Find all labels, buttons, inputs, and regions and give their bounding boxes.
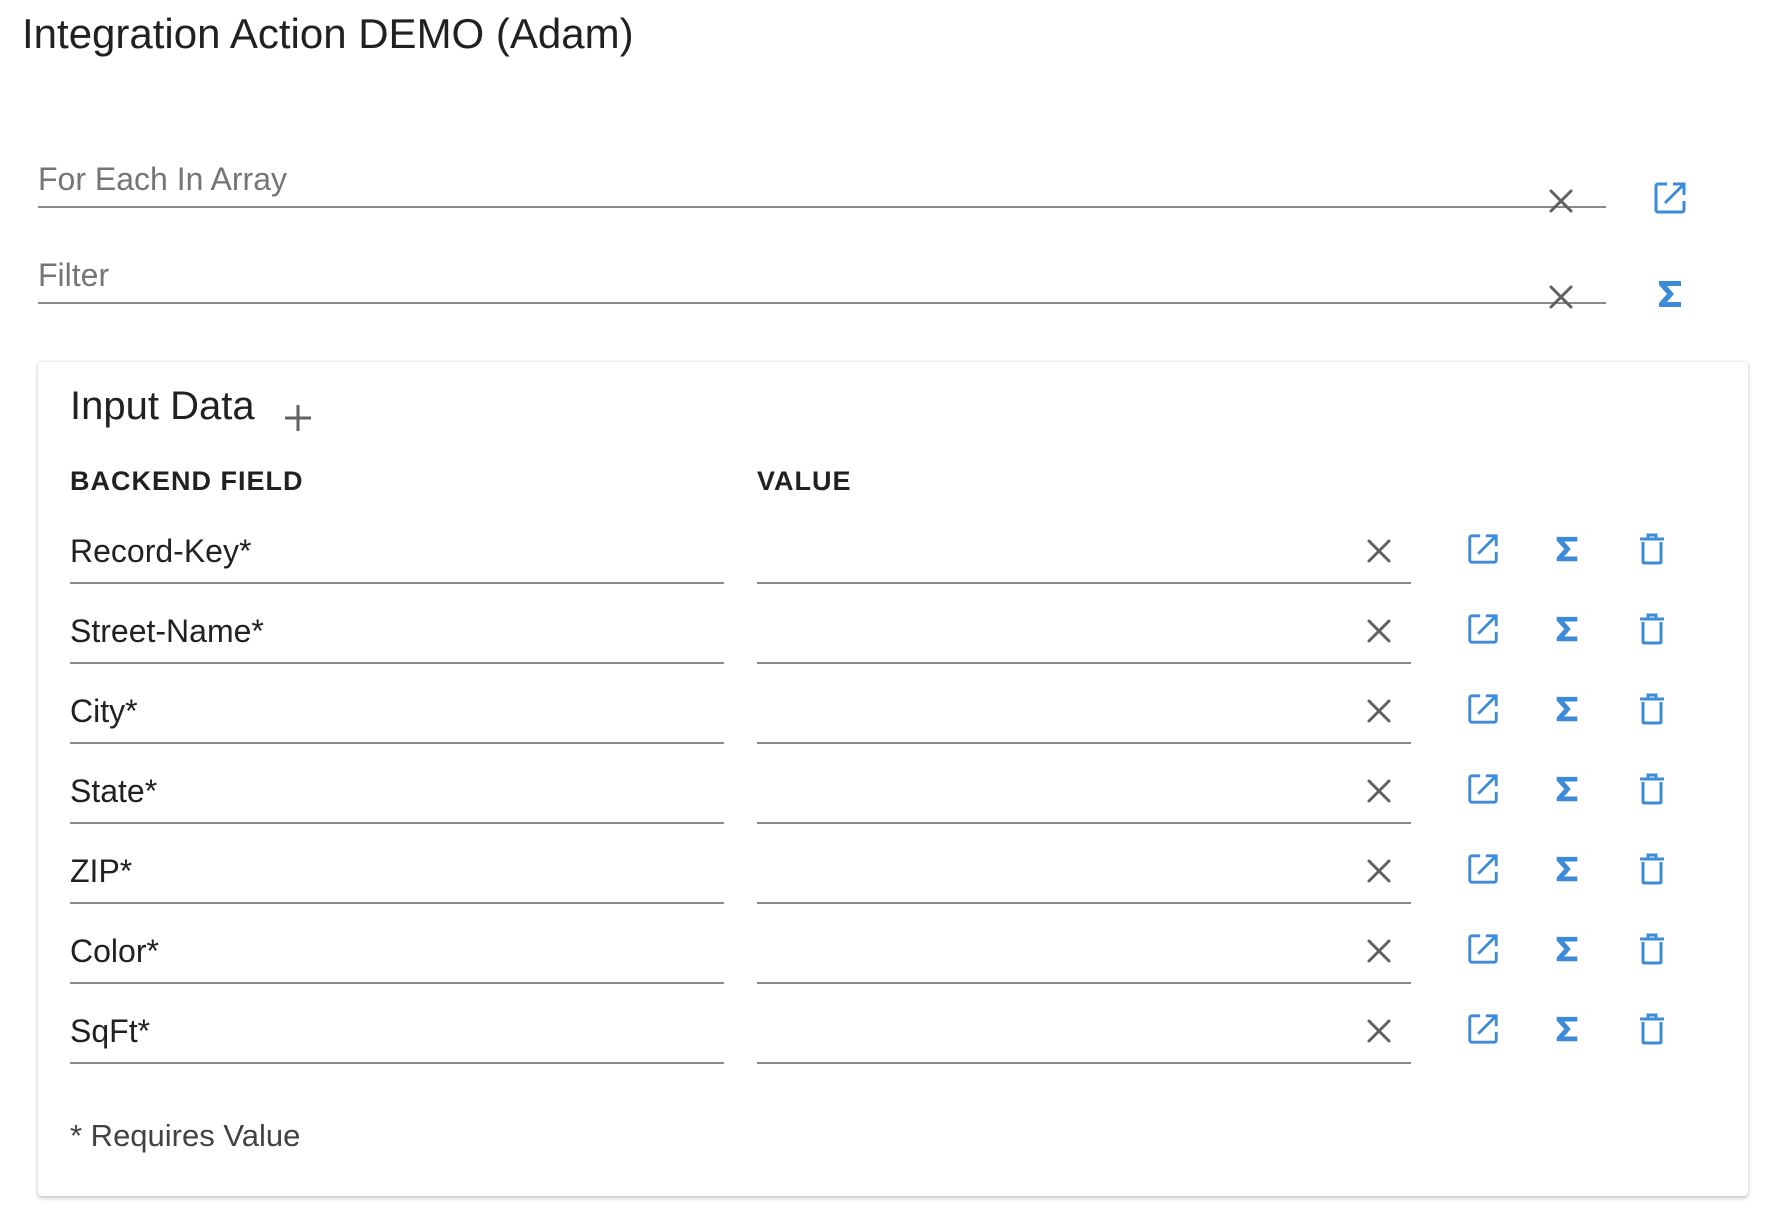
plus-icon[interactable] [282, 402, 314, 434]
value-input[interactable] [757, 858, 1317, 892]
backend-field-label: State* [70, 773, 158, 809]
value-input[interactable] [757, 538, 1317, 572]
sigma-icon[interactable] [1552, 934, 1588, 970]
close-icon[interactable] [1364, 856, 1394, 886]
open-in-new-icon[interactable] [1466, 772, 1502, 808]
open-in-new-icon[interactable] [1652, 180, 1688, 216]
value-header: VALUE [757, 466, 852, 496]
close-icon[interactable] [1364, 936, 1394, 966]
backend-field: State* [70, 756, 724, 824]
close-icon[interactable] [1364, 616, 1394, 646]
close-icon[interactable] [1546, 186, 1576, 216]
backend-field: Record-Key* [70, 516, 724, 584]
value-field[interactable] [757, 996, 1411, 1064]
value-field[interactable] [757, 836, 1411, 904]
sigma-icon[interactable] [1552, 614, 1588, 650]
backend-field-label: Record-Key* [70, 533, 252, 569]
for-each-field[interactable] [38, 146, 1606, 208]
page-title: Integration Action DEMO (Adam) [22, 10, 634, 57]
input-data-row: Street-Name* [38, 596, 1748, 676]
backend-field-label: Street-Name* [70, 613, 264, 649]
close-icon[interactable] [1364, 696, 1394, 726]
for-each-input[interactable] [38, 161, 1518, 198]
sigma-icon[interactable] [1552, 1014, 1588, 1050]
value-field[interactable] [757, 756, 1411, 824]
backend-field-label: Color* [70, 933, 159, 969]
value-field[interactable] [757, 916, 1411, 984]
sigma-icon[interactable] [1552, 854, 1588, 890]
value-input[interactable] [757, 1018, 1317, 1052]
value-field[interactable] [757, 676, 1411, 744]
input-data-row: ZIP* [38, 836, 1748, 916]
backend-field: SqFt* [70, 996, 724, 1064]
input-data-row: Color* [38, 916, 1748, 996]
input-data-row: State* [38, 756, 1748, 836]
backend-field: ZIP* [70, 836, 724, 904]
trash-icon[interactable] [1638, 1013, 1674, 1049]
trash-icon[interactable] [1638, 853, 1674, 889]
trash-icon[interactable] [1638, 773, 1674, 809]
backend-field-label: SqFt* [70, 1013, 151, 1049]
sigma-icon[interactable] [1654, 278, 1686, 310]
input-data-row: City* [38, 676, 1748, 756]
sigma-icon[interactable] [1552, 774, 1588, 810]
trash-icon[interactable] [1638, 933, 1674, 969]
backend-field: Color* [70, 916, 724, 984]
input-data-row: SqFt* [38, 996, 1748, 1076]
close-icon[interactable] [1364, 536, 1394, 566]
filter-input[interactable] [38, 257, 1518, 294]
value-input[interactable] [757, 618, 1317, 652]
open-in-new-icon[interactable] [1466, 532, 1502, 568]
open-in-new-icon[interactable] [1466, 692, 1502, 728]
value-input[interactable] [757, 698, 1317, 732]
input-data-title: Input Data [70, 384, 255, 428]
sigma-icon[interactable] [1552, 694, 1588, 730]
backend-field-header: BACKEND FIELD [70, 466, 304, 496]
close-icon[interactable] [1364, 776, 1394, 806]
open-in-new-icon[interactable] [1466, 1012, 1502, 1048]
filter-field[interactable] [38, 242, 1606, 304]
value-field[interactable] [757, 596, 1411, 664]
sigma-icon[interactable] [1552, 534, 1588, 570]
requires-value-note: * Requires Value [70, 1118, 301, 1153]
backend-field-label: ZIP* [70, 853, 133, 889]
backend-field-label: City* [70, 693, 138, 729]
trash-icon[interactable] [1638, 533, 1674, 569]
backend-field: City* [70, 676, 724, 744]
trash-icon[interactable] [1638, 613, 1674, 649]
close-icon[interactable] [1364, 1016, 1394, 1046]
open-in-new-icon[interactable] [1466, 852, 1502, 888]
trash-icon[interactable] [1638, 693, 1674, 729]
open-in-new-icon[interactable] [1466, 612, 1502, 648]
close-icon[interactable] [1546, 282, 1576, 312]
value-input[interactable] [757, 778, 1317, 812]
open-in-new-icon[interactable] [1466, 932, 1502, 968]
value-input[interactable] [757, 938, 1317, 972]
input-data-row: Record-Key* [38, 516, 1748, 596]
backend-field: Street-Name* [70, 596, 724, 664]
value-field[interactable] [757, 516, 1411, 584]
input-data-card: Input Data BACKEND FIELD VALUE Record-Ke… [38, 362, 1748, 1196]
